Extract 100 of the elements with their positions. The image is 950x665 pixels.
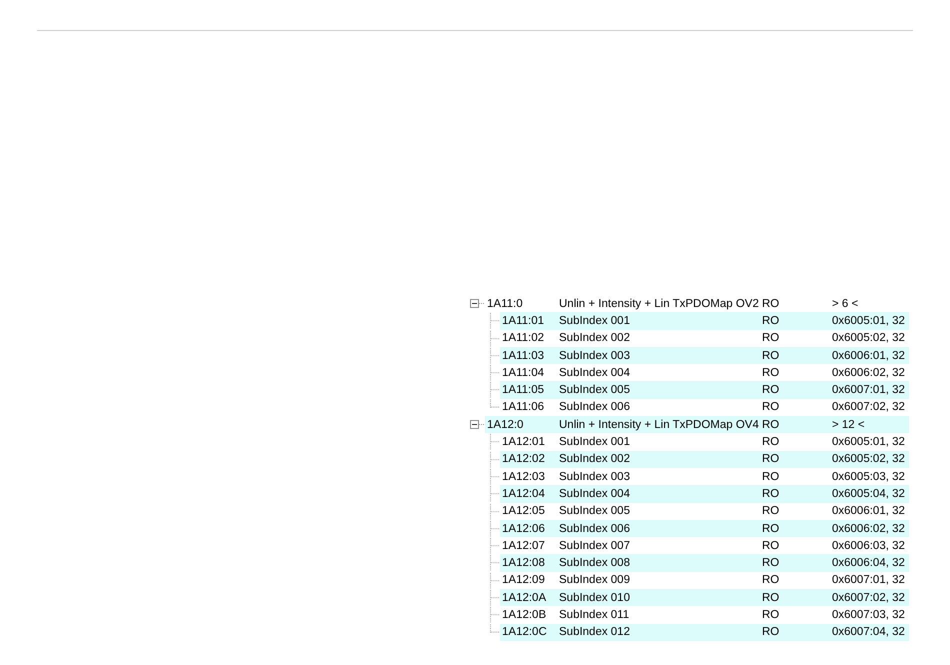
tree-line (479, 303, 485, 304)
table-cell-text: 0x6006:02, 32 (831, 366, 906, 379)
table-cell-text: 0x6007:04, 32 (831, 626, 906, 638)
table-cell-text: RO (761, 505, 780, 518)
table-cell-text: SubIndex 011 (558, 608, 630, 621)
table-row[interactable]: 1A12:0A SubIndex 010 RO 0x6007:02, 32 (500, 589, 909, 606)
table-cell-text: 1A12:01 (501, 436, 546, 448)
table-cell-text: RO (761, 453, 780, 466)
table-cell-text: SubIndex 006 (558, 401, 631, 414)
table-cell-text: RO (761, 522, 780, 534)
table-cell-text: SubIndex 008 (558, 557, 631, 570)
collapse-icon[interactable] (470, 299, 479, 308)
table-cell-text: 1A11:06 (501, 401, 545, 414)
tree-line (490, 433, 500, 451)
table-cell-text: 1A12:04 (501, 488, 546, 500)
table-cell-text: SubIndex 002 (558, 332, 631, 344)
table-cell-text: SubIndex 005 (558, 505, 631, 518)
tree-line (490, 554, 500, 572)
table-cell-text: SubIndex 001 (558, 436, 631, 448)
table-row[interactable]: 1A12:08 SubIndex 008 RO 0x6006:04, 32 (500, 554, 909, 572)
tree-line (490, 589, 500, 606)
table-row[interactable]: 1A12:02 SubIndex 002 RO 0x6005:02, 32 (500, 450, 909, 468)
table-cell-text: SubIndex 006 (558, 522, 631, 534)
table-cell-text: SubIndex 012 (558, 626, 631, 638)
table-row[interactable]: 1A12:0C SubIndex 012 RO 0x6007:04, 32 (500, 624, 909, 641)
table-cell-text: 1A11:03 (501, 350, 545, 362)
table-cell-text: 1A11:01 (501, 314, 545, 327)
table-cell-text: SubIndex 007 (558, 540, 631, 552)
table-cell-text: 0x6005:04, 32 (831, 488, 906, 500)
table-cell-text: 0x6006:03, 32 (831, 540, 906, 552)
table-cell-text: RO (761, 366, 780, 379)
table-cell-text: 1A12:03 (501, 470, 546, 483)
tree-line (490, 450, 500, 468)
table-cell-text: 1A12:06 (501, 522, 546, 534)
tree-line (490, 346, 500, 364)
table-cell-text: SubIndex 009 (558, 574, 631, 586)
table-row[interactable]: 1A11:01 SubIndex 001 RO 0x6005:01, 32 (500, 312, 909, 330)
table-cell-text: 1A12:08 (501, 557, 546, 570)
table-cell-text: Unlin + Intensity + Lin TxPDOMap OV2 (558, 298, 760, 310)
tree-line (490, 364, 500, 382)
table-cell-text: 0x6006:01, 32 (831, 505, 906, 518)
table-cell-text: RO (761, 608, 780, 621)
table-cell-text: > 6 < (831, 298, 860, 310)
table-cell-text: SubIndex 003 (558, 470, 631, 483)
table-cell-text: RO (761, 592, 780, 604)
table-cell-text: 0x6007:01, 32 (831, 574, 906, 586)
table-cell-text: 1A12:0A (501, 592, 548, 604)
table-cell-text: 0x6006:02, 32 (831, 522, 906, 534)
table-cell-text: RO (761, 298, 780, 310)
table-cell-text: 0x6007:01, 32 (831, 384, 906, 396)
table-cell-text: SubIndex 010 (558, 592, 631, 604)
table-cell-text: 1A11:02 (501, 332, 545, 344)
table-cell-text: SubIndex 004 (558, 488, 631, 500)
table-row[interactable]: 1A12:06 SubIndex 006 RO 0x6006:02, 32 (500, 520, 909, 538)
tree-line (490, 572, 500, 590)
table-cell-text: > 12 < (831, 418, 866, 431)
table-cell-text: 1A12:0B (501, 608, 548, 621)
table-cell-text: RO (761, 540, 780, 552)
tree-line (490, 468, 500, 486)
table-row[interactable]: 1A12:0 Unlin + Intensity + Lin TxPDOMap OV4 RO > 12 < (485, 416, 909, 434)
table-cell-text: 1A12:09 (501, 574, 546, 586)
table-cell-text: RO (761, 436, 780, 448)
table-cell-text: 0x6006:04, 32 (831, 557, 906, 570)
tree-line (490, 520, 500, 538)
table-cell-text: 0x6007:02, 32 (831, 401, 906, 414)
collapse-icon[interactable] (470, 420, 479, 430)
tree-line (490, 312, 500, 330)
table-cell-text: 0x6005:01, 32 (831, 314, 906, 327)
table-cell-text: RO (761, 418, 780, 431)
table-cell-text: 1A12:05 (501, 505, 546, 518)
table-cell-text: Unlin + Intensity + Lin TxPDOMap OV4 (558, 418, 760, 431)
tree-line (490, 502, 500, 520)
tree-line (490, 485, 500, 503)
table-cell-text: 1A11:0 (486, 298, 524, 310)
table-cell-text: 0x6005:02, 32 (831, 332, 906, 344)
table-cell-text: 1A12:02 (501, 453, 546, 466)
table-cell-text: RO (761, 626, 780, 638)
table-cell-text: 0x6006:01, 32 (831, 350, 906, 362)
table-cell-text: RO (761, 332, 780, 344)
table-cell-text: RO (761, 401, 780, 414)
table-cell-text: RO (761, 557, 780, 570)
table-cell-text: 1A11:04 (501, 366, 545, 379)
table-cell-text: 1A12:07 (501, 540, 546, 552)
table-cell-text: 1A12:0C (501, 626, 548, 638)
tree-line (479, 424, 485, 426)
table-cell-text: 0x6005:01, 32 (831, 436, 906, 448)
table-cell-text: RO (761, 384, 780, 396)
tree-line (490, 537, 500, 554)
table-row[interactable]: 1A11:03 SubIndex 003 RO 0x6006:01, 32 (500, 346, 909, 364)
table-row[interactable]: 1A12:04 SubIndex 004 RO 0x6005:04, 32 (500, 485, 909, 503)
table-cell-text: 1A12:0 (486, 418, 524, 431)
table-cell-text: RO (761, 574, 780, 586)
table-cell-text: RO (761, 350, 780, 362)
table-row[interactable]: 1A11:05 SubIndex 005 RO 0x6007:01, 32 (500, 381, 909, 399)
table-cell-text: SubIndex 001 (558, 314, 631, 327)
table-cell-text: SubIndex 003 (558, 350, 631, 362)
table-cell-text: RO (761, 314, 780, 327)
table-cell-text: 0x6005:03, 32 (831, 470, 906, 483)
table-cell-text: 0x6007:02, 32 (831, 592, 906, 604)
table-cell-text: 0x6005:02, 32 (831, 453, 906, 466)
